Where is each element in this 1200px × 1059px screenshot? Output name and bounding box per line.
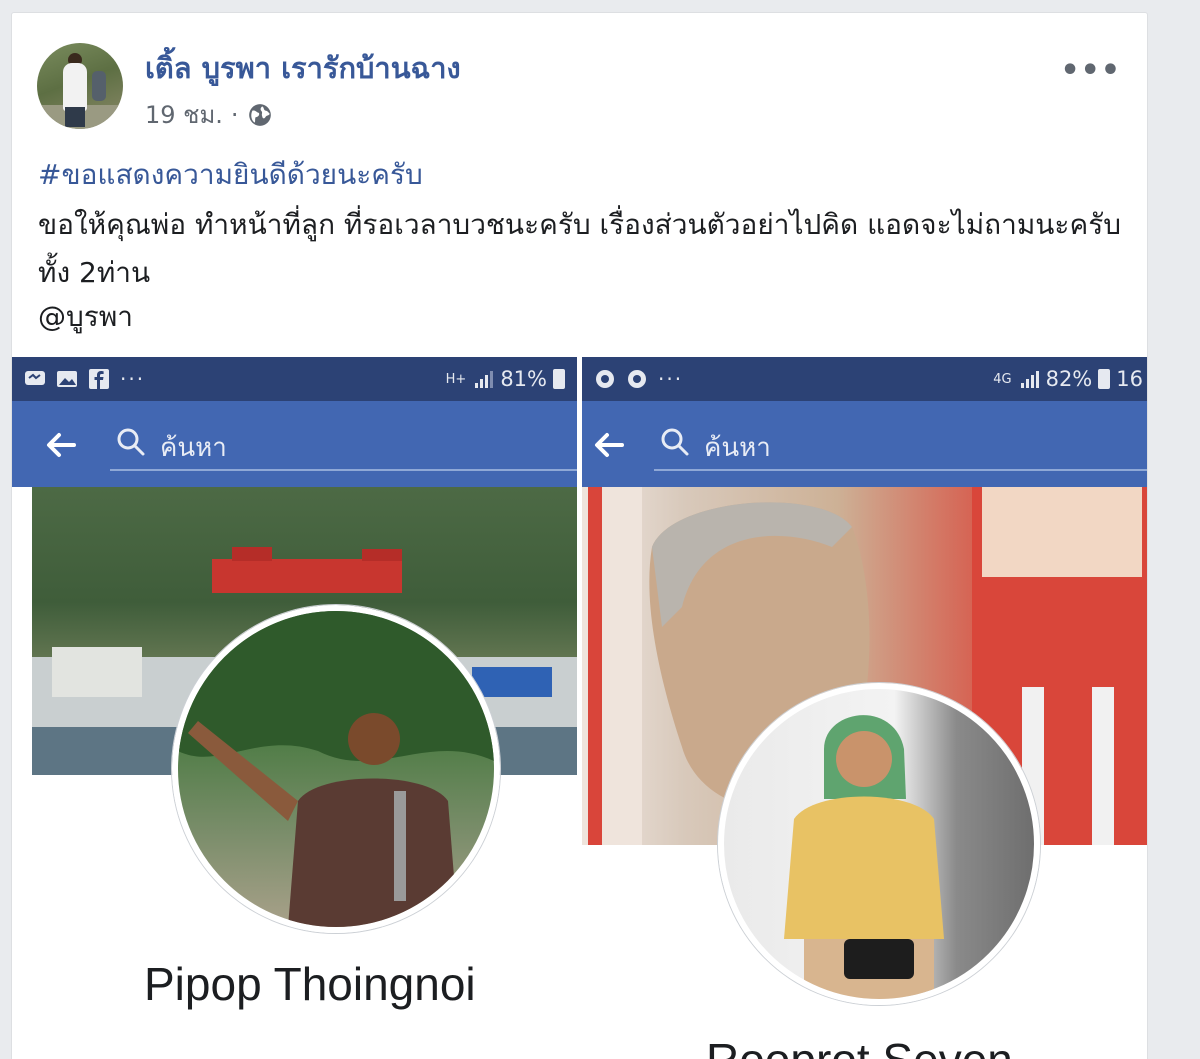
hashtag-link[interactable]: #ขอแสดงความยินดีด้วยนะครับ — [38, 153, 423, 197]
post-mention: @บูรพา — [38, 300, 133, 333]
author-avatar[interactable] — [37, 43, 123, 129]
search-underline — [654, 469, 1147, 471]
gallery-icon — [57, 371, 77, 387]
facebook-post: เติ้ล บูรพา เรารักบ้านฉาง 19 ชม. · ••• #… — [11, 12, 1148, 1059]
globe-icon — [248, 103, 271, 126]
network-indicator: H+ — [445, 371, 467, 387]
network-indicator: 4G — [993, 371, 1012, 387]
battery-icon — [553, 369, 565, 389]
search-underline — [110, 469, 577, 471]
signal-icon — [1020, 371, 1039, 388]
battery-icon — [1098, 369, 1111, 389]
post-body: ขอให้คุณพ่อ ทำหน้าที่ลูก ที่รอเวลาบวชนะค… — [38, 208, 1122, 289]
attached-screenshot-1[interactable]: ··· H+ 81% ค้นหา Pipop Thoingnoi — [12, 357, 577, 1059]
phone-status-bar: ··· H+ 81% — [12, 357, 577, 401]
battery-percent: 82% — [1045, 367, 1093, 391]
search-icon — [661, 428, 689, 456]
profile-photo-scene — [178, 611, 494, 927]
search-input[interactable]: ค้นหา — [160, 427, 227, 468]
messenger-icon — [25, 371, 45, 385]
meta-separator: · — [230, 100, 239, 129]
more-notifications-icon: ··· — [658, 367, 684, 391]
post-meta: 19 ชม. · — [145, 95, 273, 134]
attached-screenshot-2[interactable]: ··· 4G 82% 16 ค้นหา — [582, 357, 1147, 1059]
profile-picture[interactable] — [718, 683, 1040, 1005]
profile-name[interactable]: Rooprot Seven — [706, 1033, 1013, 1059]
more-notifications-icon: ··· — [120, 367, 146, 391]
signal-icon — [475, 371, 494, 388]
chrome-icon — [628, 370, 646, 388]
facebook-search-bar: ค้นหา — [582, 401, 1147, 487]
profile-picture[interactable] — [172, 605, 500, 933]
phone-status-bar: ··· 4G 82% 16 — [582, 357, 1147, 401]
more-options-icon[interactable]: ••• — [1060, 53, 1121, 88]
author-name[interactable]: เติ้ล บูรพา เรารักบ้านฉาง — [145, 45, 461, 91]
chrome-icon — [596, 370, 614, 388]
status-time: 16 — [1116, 367, 1143, 391]
back-arrow-icon[interactable] — [588, 425, 628, 465]
facebook-search-bar: ค้นหา — [12, 401, 577, 487]
search-icon — [117, 428, 145, 456]
post-time[interactable]: 19 ชม. — [145, 95, 223, 134]
facebook-icon — [89, 369, 109, 389]
search-input[interactable]: ค้นหา — [704, 427, 771, 468]
back-arrow-icon[interactable] — [40, 425, 80, 465]
profile-photo-scene — [784, 715, 944, 999]
battery-percent: 81% — [500, 367, 547, 391]
profile-name[interactable]: Pipop Thoingnoi — [144, 957, 476, 1011]
